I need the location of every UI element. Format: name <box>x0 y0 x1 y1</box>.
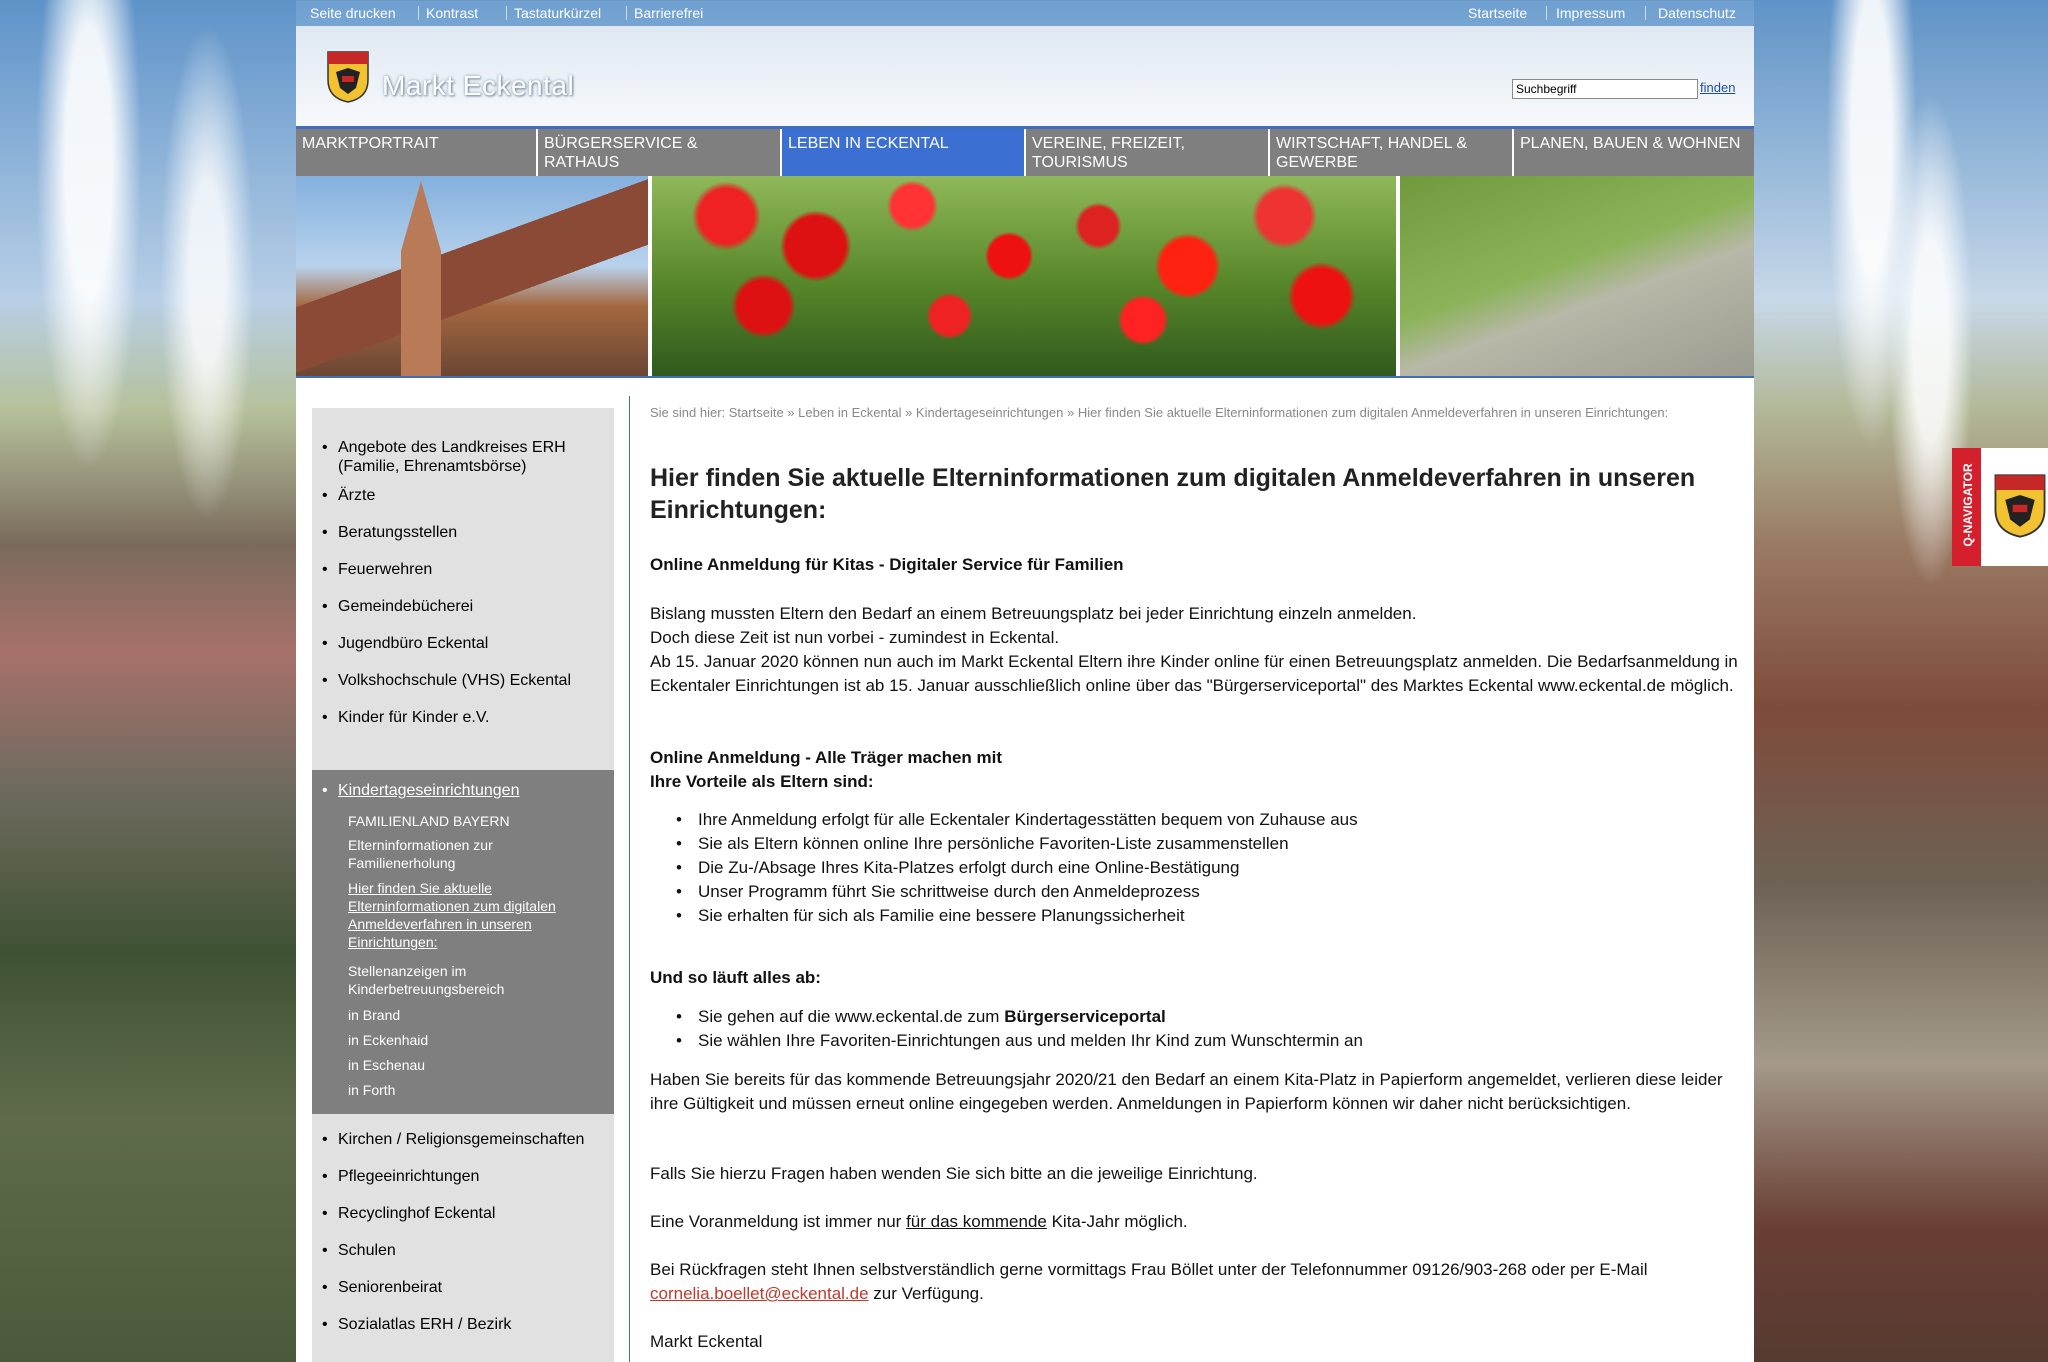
background-photo-right <box>1754 0 2048 1362</box>
nav-marktportrait[interactable]: MARKTPORTRAIT <box>296 129 538 176</box>
tulips-photo <box>652 176 1396 376</box>
content-area: • Angebote des Landkreises ERH (Familie, … <box>296 378 1754 1362</box>
separator <box>418 6 419 20</box>
sidebar-item[interactable]: • Recyclinghof Eckental <box>322 1204 602 1223</box>
nav-wirtschaft-handel[interactable]: WIRTSCHAFT, HANDEL & GEWERBE <box>1270 129 1514 176</box>
separator <box>506 6 507 20</box>
coat-of-arms-icon <box>1994 474 2046 538</box>
nav-planen-bauen[interactable]: PLANEN, BAUEN & WOHNEN <box>1514 129 1754 176</box>
sidebar-item[interactable]: • Seniorenbeirat <box>322 1278 602 1297</box>
section-heading: Online Anmeldung für Kitas - Digitaler S… <box>650 555 1124 574</box>
sidebar-item[interactable]: • Feuerwehren <box>322 560 602 579</box>
sidebar-subitem[interactable]: in Brand <box>348 1006 598 1024</box>
breadcrumb[interactable]: Sie sind hier: Startseite » Leben in Eck… <box>650 402 1710 424</box>
list-item: Sie erhalten für sich als Familie eine b… <box>672 904 1732 928</box>
sidebar-item[interactable]: • Volkshochschule (VHS) Eckental <box>322 671 602 690</box>
sidebar-item[interactable]: • Gemeindebücherei <box>322 597 602 616</box>
sidebar-subitem[interactable]: in Eschenau <box>348 1056 598 1074</box>
steps-list: Sie gehen auf die www.eckental.de zum Bü… <box>672 1005 1732 1053</box>
privacy-link[interactable]: Datenschutz <box>1658 5 1736 21</box>
header-image-strip <box>296 176 1754 381</box>
sidebar-subitem[interactable]: Stellenanzeigen im Kinderbetreuungsberei… <box>348 962 598 998</box>
imprint-link[interactable]: Impressum <box>1556 5 1625 21</box>
sidebar-item-kindertageseinrichtungen[interactable]: Kindertageseinrichtungen <box>338 782 519 800</box>
section-heading: Ihre Vorteile als Eltern sind: <box>650 772 874 791</box>
content-divider <box>629 396 630 1362</box>
background-photo-left <box>0 0 296 1362</box>
list-item: Sie als Eltern können online Ihre persön… <box>672 832 1732 856</box>
sidebar-subitem-current[interactable]: Hier finden Sie aktuelle Elterninformati… <box>348 879 598 951</box>
shortcuts-link[interactable]: Tastaturkürzel <box>514 5 601 21</box>
email-link[interactable]: cornelia.boellet@eckental.de <box>650 1284 869 1303</box>
separator <box>626 6 627 20</box>
q-navigator-widget[interactable]: Q-NAVIGATOR <box>1952 448 2048 566</box>
sidebar-item[interactable]: • Schulen <box>322 1241 602 1260</box>
section-heading: Online Anmeldung - Alle Träger machen mi… <box>650 748 1003 767</box>
accessibility-link[interactable]: Barrierefrei <box>634 5 703 21</box>
sidebar-item[interactable]: • Jugendbüro Eckental <box>322 634 602 653</box>
sidebar-item[interactable]: • Pflegeeinrichtungen <box>322 1167 602 1186</box>
search-button[interactable]: finden <box>1700 80 1735 95</box>
advantages-list: Ihre Anmeldung erfolgt für alle Eckental… <box>672 808 1732 928</box>
intro-paragraph: Bislang mussten Eltern den Bedarf an ein… <box>650 604 1738 695</box>
home-link[interactable]: Startseite <box>1468 5 1527 21</box>
separator <box>1645 6 1646 20</box>
sidebar-subitem[interactable]: FAMILIENLAND BAYERN <box>348 812 598 830</box>
search-input[interactable] <box>1512 79 1698 99</box>
print-link[interactable]: Seite drucken <box>310 5 396 21</box>
list-item: Sie wählen Ihre Favoriten-Einrichtungen … <box>672 1029 1732 1053</box>
paper-registration-paragraph: Haben Sie bereits für das kommende Betre… <box>650 1070 1723 1113</box>
signature: Markt Eckental <box>650 1332 763 1351</box>
contrast-link[interactable]: Kontrast <box>426 5 478 21</box>
main-navigation: MARKTPORTRAIT BÜRGERSERVICE & RATHAUS LE… <box>296 129 1754 176</box>
q-navigator-tab[interactable]: Q-NAVIGATOR <box>1955 448 1981 566</box>
nav-leben-in-eckental[interactable]: LEBEN IN ECKENTAL <box>782 129 1026 176</box>
separator <box>1546 6 1547 20</box>
sidebar-item[interactable]: • Beratungsstellen <box>322 523 602 542</box>
list-item: Die Zu-/Absage Ihres Kita-Platzes erfolg… <box>672 856 1732 880</box>
sidebar-item[interactable]: • Ärzte <box>322 486 602 505</box>
nav-vereine-freizeit[interactable]: VEREINE, FREIZEIT, TOURISMUS <box>1026 129 1270 176</box>
site-title[interactable]: Markt Eckental <box>382 70 574 102</box>
sidebar-subitem[interactable]: Elterninformationen zur Familienerholung <box>348 836 598 872</box>
list-item: Unser Programm führt Sie schrittweise du… <box>672 880 1732 904</box>
pre-registration-paragraph: Eine Voranmeldung ist immer nur für das … <box>650 1212 1188 1231</box>
list-item: Ihre Anmeldung erfolgt für alle Eckental… <box>672 808 1732 832</box>
sidebar-item[interactable]: • Sozialatlas ERH / Bezirk <box>322 1315 602 1334</box>
sidebar-subitem[interactable]: in Eckenhaid <box>348 1031 598 1049</box>
sidebar-subitem[interactable]: in Forth <box>348 1081 598 1099</box>
questions-paragraph: Falls Sie hierzu Fragen haben wenden Sie… <box>650 1164 1258 1183</box>
children-walking-photo <box>1400 176 1754 376</box>
page-title: Hier finden Sie aktuelle Elterninformati… <box>650 464 1696 524</box>
sidebar-active-section: • Kindertageseinrichtungen FAMILIENLAND … <box>312 770 614 1114</box>
page-container: Seite drucken Kontrast Tastaturkürzel Ba… <box>296 0 1754 1362</box>
section-heading: Und so läuft alles ab: <box>650 968 821 987</box>
coat-of-arms-icon[interactable] <box>326 50 370 104</box>
sidebar-item[interactable]: • Kirchen / Religionsgemeinschaften <box>322 1130 602 1149</box>
site-header: Markt Eckental finden <box>296 26 1754 129</box>
nav-buergerservice[interactable]: BÜRGERSERVICE & RATHAUS <box>538 129 782 176</box>
sidebar-item[interactable]: • Kinder für Kinder e.V. <box>322 708 602 727</box>
sidebar-navigation: • Angebote des Landkreises ERH (Familie, … <box>312 408 614 1362</box>
church-photo <box>296 176 648 381</box>
q-navigator-label: Q-NAVIGATOR <box>1961 463 1975 547</box>
list-item: Sie gehen auf die www.eckental.de zum Bü… <box>672 1005 1732 1029</box>
top-utility-bar: Seite drucken Kontrast Tastaturkürzel Ba… <box>296 0 1754 26</box>
contact-paragraph: Bei Rückfragen steht Ihnen selbstverstän… <box>650 1260 1648 1303</box>
sidebar-item[interactable]: • Angebote des Landkreises ERH (Familie, … <box>322 438 602 476</box>
